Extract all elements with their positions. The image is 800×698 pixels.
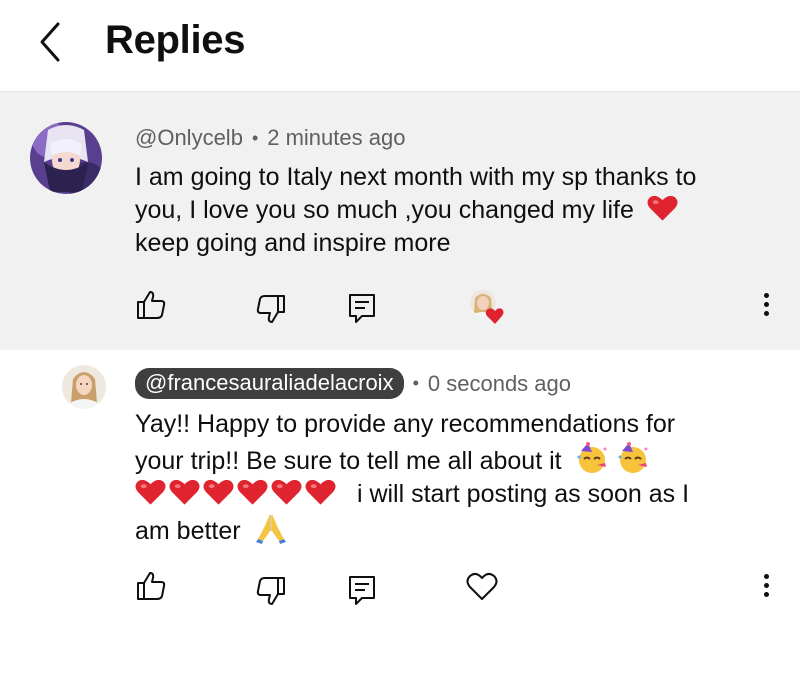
header: Replies — [0, 0, 800, 92]
heart-outline-icon[interactable] — [466, 570, 498, 602]
comment-timestamp: 2 minutes ago — [267, 125, 406, 150]
meta-separator: • — [251, 127, 259, 148]
comment-text-segment: you, I love you so much ,you changed my … — [135, 196, 634, 224]
red-heart-emoji-icon — [135, 478, 166, 506]
highlighted-comment: @Onlycelb • 2 minutes ago I am going to … — [0, 92, 800, 350]
reply-icon[interactable] — [345, 573, 379, 607]
reply-text-line: your trip!! Be sure to tell me all about… — [135, 441, 689, 478]
reply-text-segment: i will start posting as soon as I — [356, 480, 690, 508]
red-heart-emoji-icon — [647, 194, 678, 222]
comment-text-line: keep going and inspire more — [135, 229, 451, 257]
avatar[interactable] — [30, 122, 102, 194]
page-title: Replies — [105, 18, 246, 62]
comment-text-line: you, I love you so much ,you changed my … — [135, 194, 696, 227]
reply-meta: @francesauraliadelacroix • 0 seconds ago — [135, 368, 571, 399]
more-options-icon[interactable] — [761, 293, 771, 323]
comment-author-handle[interactable]: @Onlycelb — [135, 125, 243, 151]
comment-text-line: I am going to Italy next month with my s… — [135, 163, 697, 191]
red-heart-emoji-icon — [271, 478, 302, 506]
party-face-emoji-icon — [616, 441, 650, 475]
red-heart-emoji-icon — [169, 478, 200, 506]
red-heart-emoji-icon — [305, 478, 336, 506]
like-icon[interactable] — [134, 569, 168, 603]
back-arrow-icon[interactable] — [34, 20, 74, 64]
reply-icon[interactable] — [345, 291, 379, 325]
dislike-icon[interactable] — [254, 292, 288, 326]
meta-separator: • — [412, 373, 419, 393]
like-icon[interactable] — [134, 288, 168, 322]
dislike-icon[interactable] — [254, 574, 288, 608]
creator-heart-icon — [468, 288, 504, 326]
folded-hands-emoji-icon — [254, 511, 288, 545]
creator-handle-badge[interactable]: @francesauraliadelacroix — [135, 368, 404, 399]
comment-text: I am going to Italy next month with my s… — [135, 161, 696, 260]
red-heart-emoji-icon — [237, 478, 268, 506]
reply-comment: @francesauraliadelacroix • 0 seconds ago… — [0, 350, 800, 698]
reply-timestamp: 0 seconds ago — [427, 370, 571, 396]
reply-text-segment: am better — [135, 517, 241, 545]
reply-text-segment: your trip!! Be sure to tell me all about… — [135, 447, 562, 475]
red-heart-emoji-icon — [203, 478, 234, 506]
reply-text-line: i will start posting as soon as I — [135, 478, 689, 511]
more-options-icon[interactable] — [761, 574, 771, 604]
reply-text-line: Yay!! Happy to provide any recommendatio… — [135, 410, 676, 438]
reply-text: Yay!! Happy to provide any recommendatio… — [135, 408, 689, 548]
reply-text-line: am better — [135, 511, 689, 548]
party-face-emoji-icon — [575, 441, 609, 475]
avatar[interactable] — [62, 365, 106, 409]
comment-meta: @Onlycelb • 2 minutes ago — [135, 125, 405, 151]
